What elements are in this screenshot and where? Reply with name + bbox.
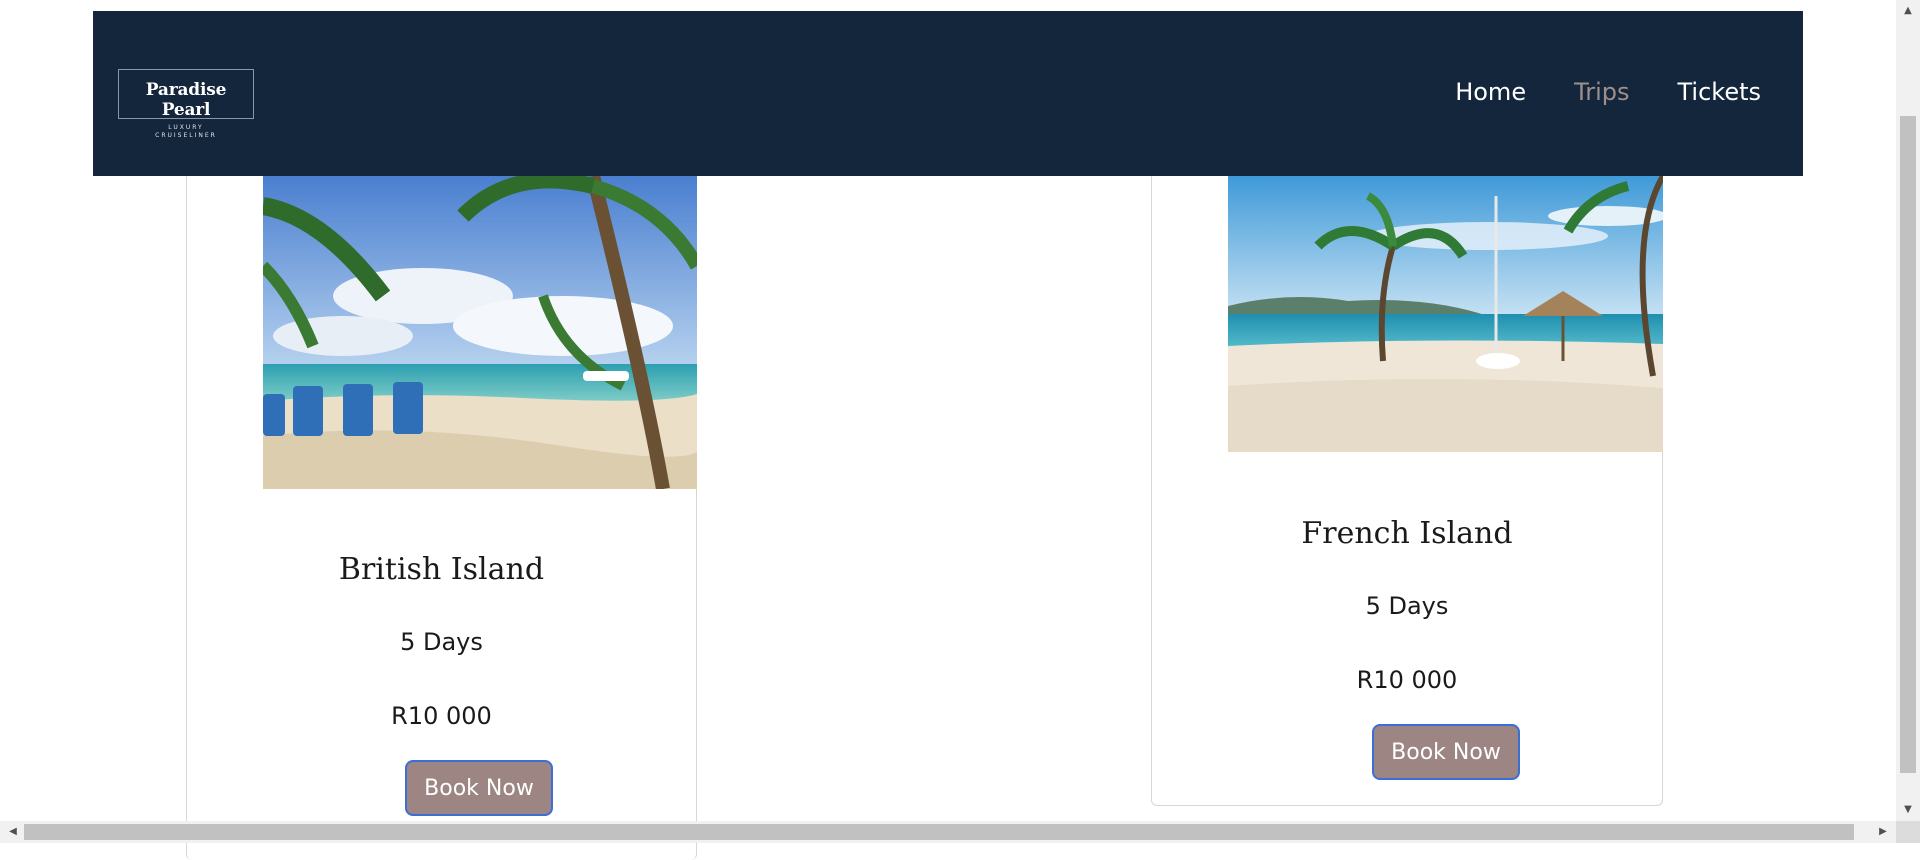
navbar: Paradise Pearl LUXURY CRUISELINER Home T…	[93, 11, 1803, 176]
vertical-scroll-thumb[interactable]	[1900, 116, 1916, 773]
scroll-up-icon[interactable]: ▲	[1896, 2, 1920, 20]
trip-price: R10 000	[391, 702, 492, 730]
horizontal-scrollbar[interactable]: ◀ ▶	[0, 821, 1920, 843]
trip-image	[263, 176, 697, 489]
nav-links: Home Trips Tickets	[1455, 78, 1761, 106]
book-now-button[interactable]: Book Now	[405, 760, 553, 816]
trip-duration: 5 Days	[400, 628, 483, 656]
beach-palm-chairs-image	[263, 176, 697, 489]
scroll-down-icon[interactable]: ▼	[1896, 801, 1920, 819]
trip-card-british-island: British Island 5 Days R10 000 Book Now	[186, 100, 697, 860]
trip-duration: 5 Days	[1365, 592, 1449, 620]
trip-image	[1228, 176, 1663, 452]
vertical-scrollbar[interactable]: ▲ ▼	[1896, 0, 1920, 821]
horizontal-scroll-thumb[interactable]	[24, 824, 1854, 840]
trip-title: French Island	[1301, 516, 1513, 551]
beach-palm-umbrella-image	[1228, 176, 1663, 452]
scrollbar-corner	[1896, 821, 1920, 843]
nav-link-tickets[interactable]: Tickets	[1677, 78, 1761, 106]
trip-title: British Island	[338, 552, 545, 587]
scroll-left-icon[interactable]: ◀	[2, 821, 24, 843]
book-now-button[interactable]: Book Now	[1372, 724, 1520, 780]
logo[interactable]: Paradise Pearl LUXURY CRUISELINER	[118, 69, 254, 139]
logo-subtitle: LUXURY CRUISELINER	[155, 124, 217, 139]
nav-link-home[interactable]: Home	[1455, 78, 1526, 106]
trip-card-french-island: French Island 5 Days R10 000 Book Now	[1151, 100, 1663, 806]
nav-link-trips[interactable]: Trips	[1574, 78, 1629, 106]
trip-price: R10 000	[1356, 666, 1458, 694]
logo-title: Paradise Pearl	[145, 80, 227, 120]
scroll-right-icon[interactable]: ▶	[1872, 821, 1894, 843]
